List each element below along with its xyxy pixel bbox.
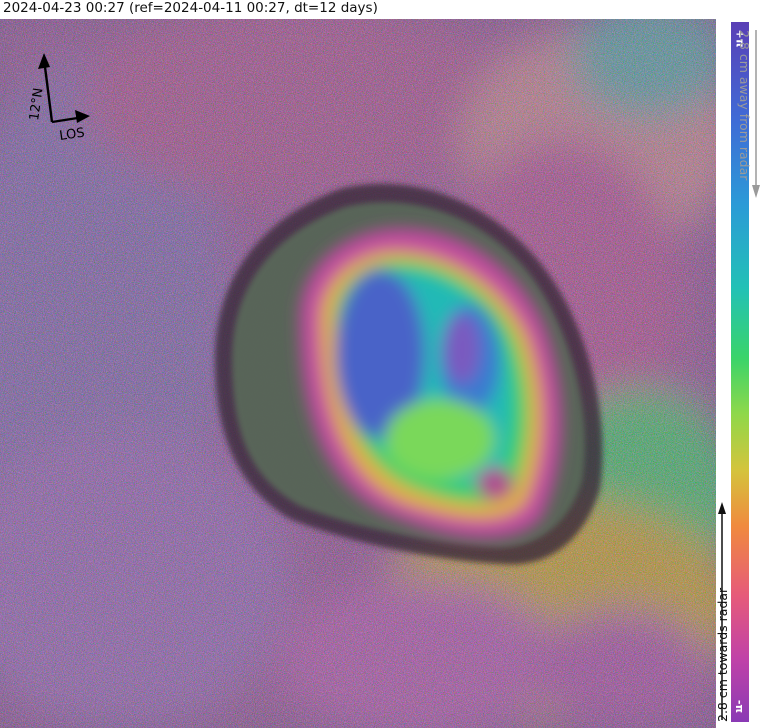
- interferogram-map: 12°N LOS: [0, 19, 716, 728]
- colorbar-min-label: -π: [733, 699, 747, 713]
- towards-radar-label: 2.8 cm towards radar: [715, 587, 730, 722]
- away-arrow-icon: [752, 30, 760, 198]
- image-title: 2024-04-23 00:27 (ref=2024-04-11 00:27, …: [3, 0, 378, 16]
- away-from-radar-label: 2.8 cm away from radar: [737, 30, 752, 181]
